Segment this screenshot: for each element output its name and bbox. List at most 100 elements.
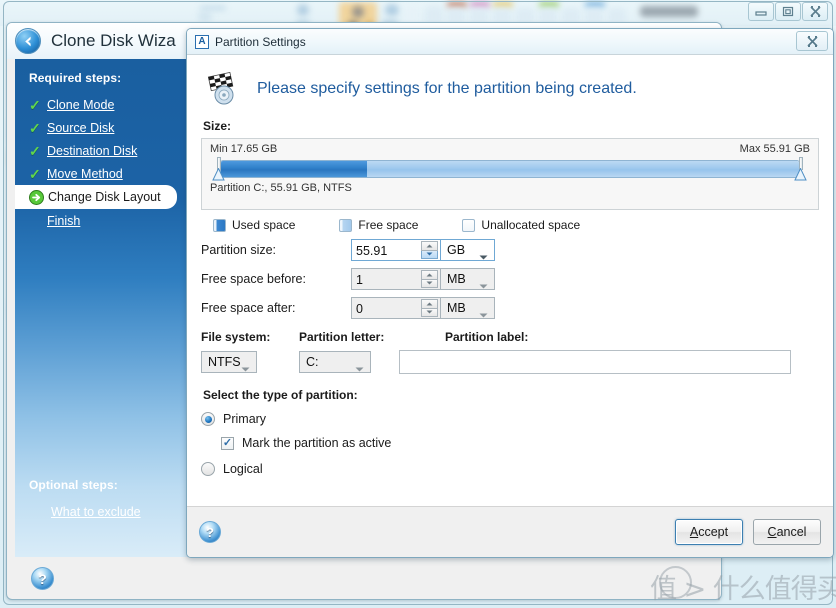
slider-handle-left[interactable]	[213, 157, 225, 181]
close-button[interactable]	[802, 2, 828, 21]
sidebar-item-label: Move Method	[47, 167, 123, 181]
dialog-title-bar: A Partition Settings	[187, 29, 833, 54]
partition-label-input[interactable]	[399, 350, 791, 374]
file-system-select[interactable]: NTFS	[201, 351, 257, 373]
sidebar-item-label: Change Disk Layout	[48, 190, 161, 204]
legend-label: Free space	[358, 218, 418, 232]
size-max-label: Max 55.91 GB	[740, 143, 810, 155]
sidebar-item-what-to-exclude[interactable]: What to exclude	[15, 500, 199, 523]
free-space-before-arrows[interactable]	[421, 270, 438, 288]
sidebar-item-change-disk-layout[interactable]: Change Disk Layout	[15, 185, 177, 209]
check-icon: ✓	[29, 121, 43, 135]
help-question-icon[interactable]: ?	[199, 521, 221, 543]
optional-steps-heading: Optional steps:	[15, 478, 199, 500]
free-space-after-arrows[interactable]	[421, 299, 438, 317]
free-space-before-unit-value: MB	[447, 272, 466, 286]
checkered-flag-disk-icon	[205, 72, 243, 106]
sidebar-item-clone-mode[interactable]: ✓ Clone Mode	[15, 93, 199, 116]
legend-used-space: Used space	[213, 218, 295, 232]
legend-free-space: Free space	[339, 218, 418, 232]
green-arrow-icon	[29, 190, 44, 205]
free-space-segment	[367, 161, 799, 177]
size-slider[interactable]	[210, 157, 810, 181]
partition-size-arrows[interactable]	[421, 241, 438, 259]
sidebar-item-label: Clone Mode	[47, 98, 114, 112]
size-panel: Min 17.65 GB Max 55.91 GB	[201, 138, 819, 210]
free-space-after-label: Free space after:	[201, 301, 351, 315]
partition-caption: Partition C:, 55.91 GB, NTFS	[210, 182, 810, 194]
sidebar-item-label: Destination Disk	[47, 144, 137, 158]
free-space-before-row: Free space before: 1 MB	[201, 267, 819, 291]
partition-letter-label: Partition letter:	[299, 330, 445, 344]
accept-button-rest: ccept	[698, 525, 728, 539]
stepper-down-icon[interactable]	[421, 309, 438, 318]
free-space-after-stepper[interactable]: 0	[351, 297, 441, 319]
free-space-before-stepper[interactable]: 1	[351, 268, 441, 290]
stepper-up-icon[interactable]	[421, 241, 438, 251]
radio-logical[interactable]: Logical	[201, 457, 819, 481]
check-icon: ✓	[29, 167, 43, 181]
size-min-max-row: Min 17.65 GB Max 55.91 GB	[210, 143, 810, 155]
chevron-down-icon	[479, 278, 488, 292]
file-system-value: NTFS	[208, 355, 241, 369]
filesystem-headers: File system: Partition letter: Partition…	[201, 330, 819, 344]
slider-handle-right[interactable]	[795, 157, 807, 181]
legend-label: Used space	[232, 218, 295, 232]
app-icon: A	[195, 35, 209, 49]
required-steps-heading: Required steps:	[15, 59, 199, 93]
free-space-after-unit-value: MB	[447, 301, 466, 315]
stepper-up-icon[interactable]	[421, 270, 438, 280]
stepper-down-icon[interactable]	[421, 251, 438, 260]
chevron-down-icon	[479, 249, 488, 263]
used-space-segment	[221, 161, 367, 177]
sidebar-item-destination-disk[interactable]: ✓ Destination Disk	[15, 139, 199, 162]
minimize-button[interactable]	[748, 2, 774, 21]
radio-unselected-icon	[201, 462, 215, 476]
close-icon[interactable]	[796, 31, 828, 51]
partition-type-label: Select the type of partition:	[203, 388, 819, 402]
partition-size-unit-select[interactable]: GB	[440, 239, 495, 261]
used-space-swatch-icon	[213, 219, 226, 232]
dialog-title: Partition Settings	[215, 35, 306, 49]
sidebar-item-move-method[interactable]: ✓ Move Method	[15, 162, 199, 185]
cancel-mnemonic: C	[768, 525, 777, 539]
partition-size-input[interactable]: 55.91	[352, 240, 421, 260]
unallocated-space-swatch-icon	[462, 219, 475, 232]
checkbox-checked-icon: ✓	[221, 437, 234, 450]
dialog-content: Please specify settings for the partitio…	[187, 54, 833, 532]
size-slider-track[interactable]	[220, 160, 800, 178]
partition-letter-select[interactable]: C:	[299, 351, 371, 373]
sidebar-item-source-disk[interactable]: ✓ Source Disk	[15, 116, 199, 139]
help-question-icon[interactable]: ?	[31, 567, 54, 590]
optional-steps-section: Optional steps: What to exclude	[15, 478, 199, 523]
partition-size-stepper[interactable]: 55.91	[351, 239, 441, 261]
legend-label: Unallocated space	[481, 218, 580, 232]
chevron-down-icon	[241, 361, 250, 375]
watermark-circle	[659, 566, 692, 599]
size-legend: Used space Free space Unallocated space	[213, 218, 819, 232]
accept-button[interactable]: Accept	[675, 519, 743, 545]
check-icon: ✓	[29, 98, 43, 112]
free-space-before-unit-select[interactable]: MB	[440, 268, 495, 290]
stepper-up-icon[interactable]	[421, 299, 438, 309]
checkbox-mark-active[interactable]: ✓ Mark the partition as active	[221, 431, 819, 455]
stepper-down-icon[interactable]	[421, 280, 438, 289]
free-space-after-input[interactable]: 0	[352, 298, 421, 318]
restore-button[interactable]	[775, 2, 801, 21]
sidebar-item-finish[interactable]: Finish	[15, 209, 199, 232]
file-system-label: File system:	[201, 330, 299, 344]
sidebar-item-label: Source Disk	[47, 121, 114, 135]
radio-primary-label: Primary	[223, 412, 266, 426]
wizard-footer: ?	[15, 557, 715, 600]
radio-primary[interactable]: Primary	[201, 407, 819, 431]
partition-size-unit-value: GB	[447, 243, 465, 257]
free-space-before-input[interactable]: 1	[352, 269, 421, 289]
back-arrow-icon[interactable]	[15, 28, 41, 54]
radio-logical-label: Logical	[223, 462, 263, 476]
free-space-after-row: Free space after: 0 MB	[201, 296, 819, 320]
checkbox-mark-active-label: Mark the partition as active	[242, 436, 391, 450]
partition-size-row: Partition size: 55.91 GB	[201, 238, 819, 262]
cancel-button[interactable]: Cancel	[753, 519, 821, 545]
size-section-label: Size:	[203, 119, 819, 133]
free-space-after-unit-select[interactable]: MB	[440, 297, 495, 319]
